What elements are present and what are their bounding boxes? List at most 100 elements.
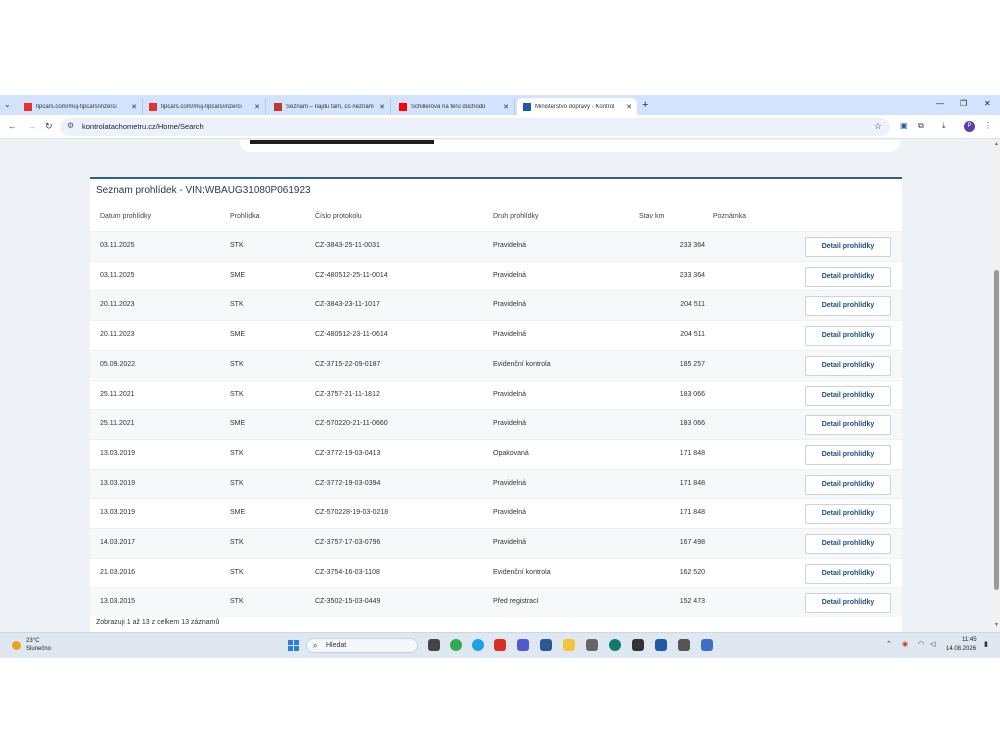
ministry-icon — [523, 102, 531, 111]
detail-button[interactable]: Detail prohlídky — [805, 504, 891, 525]
cell-date: 20.11.2023 — [100, 331, 135, 339]
detail-button[interactable]: Detail prohlídky — [805, 444, 891, 465]
youtube-icon — [399, 102, 407, 111]
windows-start-icon[interactable] — [288, 640, 299, 651]
detail-button[interactable]: Detail prohlídky — [805, 355, 891, 376]
close-window-icon[interactable]: ✕ — [984, 99, 991, 108]
cell-km: 171 848 — [679, 509, 705, 517]
browser-tab[interactable]: tipcars.com/muj-tipcars/inzerci ✕ — [143, 98, 266, 115]
cell-date: 13.03.2019 — [100, 479, 136, 487]
extension-icon[interactable]: ▣ — [900, 121, 908, 130]
back-icon[interactable]: ← — [8, 121, 17, 131]
cell-inspection: STK — [230, 568, 244, 576]
cell-protocol: CZ-3715-22-09-0187 — [315, 360, 381, 368]
edge-icon[interactable] — [472, 639, 484, 651]
taskbar-search-placeholder: Hledat — [326, 642, 347, 649]
tray-chevron-icon[interactable]: ⌃ — [886, 640, 892, 648]
cell-km: 171 848 — [679, 449, 705, 457]
cell-protocol: CZ-570220-21-11-0660 — [315, 420, 388, 428]
clock-time[interactable]: 11:45 — [962, 637, 977, 643]
chrome-icon[interactable] — [450, 639, 462, 651]
app-tool-icon[interactable] — [678, 639, 690, 651]
taskbar-search[interactable]: ⌕ Hledat — [306, 638, 418, 653]
weather-temp[interactable]: 23°C — [26, 638, 39, 644]
browser-tab[interactable]: Ministerstvo dopravy - Kontrol ✕ — [517, 98, 637, 115]
tab-search-icon[interactable]: ⌄ — [4, 100, 11, 109]
app-blue-icon[interactable] — [540, 639, 552, 651]
scroll-thumb[interactable] — [994, 270, 999, 590]
cell-protocol: CZ-3754-16-03-1108 — [315, 568, 380, 576]
minimize-icon[interactable]: — — [936, 99, 944, 108]
browser-tab[interactable]: tipcars.com/muj-tipcars/inzerci ✕ — [18, 98, 143, 115]
detail-button[interactable]: Detail prohlídky — [805, 534, 891, 554]
cell-inspection: STK — [230, 242, 244, 249]
col-date: Datum prohlídky — [100, 213, 151, 220]
cell-inspection: SME — [230, 420, 246, 428]
browser-tab[interactable]: Seznam – najdu tam, co neznám ✕ — [268, 98, 391, 115]
wifi-icon[interactable]: ◠ — [918, 640, 924, 648]
detail-button[interactable]: Detail prohlídky — [805, 326, 891, 347]
weather-condition[interactable]: Slunečno — [26, 646, 51, 652]
forward-icon[interactable]: → — [27, 121, 36, 131]
file-explorer-icon[interactable] — [563, 639, 575, 651]
detail-button[interactable]: Detail prohlídky — [805, 237, 891, 257]
cell-protocol: CZ-3772-19-03-0394 — [315, 479, 381, 487]
clock-date[interactable]: 14.08.2026 — [946, 646, 976, 652]
app-grid-icon[interactable] — [701, 639, 713, 651]
detail-button[interactable]: Detail prohlídky — [805, 266, 891, 287]
cell-kind: Evidenční kontrola — [493, 360, 551, 368]
app-teal-icon[interactable] — [609, 639, 621, 651]
teams-icon[interactable] — [517, 639, 529, 651]
search-icon: ⌕ — [313, 641, 318, 650]
cell-inspection: STK — [230, 598, 244, 606]
reload-icon[interactable]: ↻ — [45, 121, 53, 132]
detail-button[interactable]: Detail prohlídky — [805, 474, 891, 495]
bookmark-star-icon[interactable]: ☆ — [874, 121, 882, 132]
tab-close-icon[interactable]: ✕ — [379, 103, 385, 111]
downloads-icon[interactable]: ⤓ — [942, 121, 946, 131]
notification-icon[interactable]: ▮ — [984, 640, 988, 648]
app-dark-icon[interactable] — [632, 639, 644, 651]
tab-close-icon[interactable]: ✕ — [131, 103, 137, 111]
kebab-menu-icon[interactable]: ⋮ — [984, 121, 992, 130]
restore-icon[interactable]: ❐ — [960, 99, 967, 108]
tab-close-icon[interactable]: ✕ — [503, 103, 509, 111]
app-red-icon[interactable] — [494, 639, 506, 651]
tab-close-icon[interactable]: ✕ — [626, 103, 632, 111]
browser-tab[interactable]: Schillerová na feru důchodů ✕ — [393, 98, 515, 115]
app-gray-icon[interactable] — [586, 639, 598, 651]
address-bar[interactable]: ⚙ kontrolatachometru.cz/Home/Search ☆ — [60, 118, 890, 136]
page-title: Seznam prohlídek - VIN:WBAUG31080P061923 — [96, 185, 311, 196]
table-row: 13.03.2019 STK CZ-3772-19-03-0413 Opakovaná… — [90, 438, 902, 469]
detail-button[interactable]: Detail prohlídky — [805, 296, 891, 317]
cell-date: 20.11.2023 — [100, 301, 135, 309]
cell-inspection: STK — [230, 449, 244, 457]
cell-km: 171 848 — [679, 479, 705, 487]
cell-km: 204 511 — [680, 301, 705, 309]
site-info-icon[interactable]: ⚙ — [67, 121, 74, 130]
detail-button[interactable]: Detail prohlídky — [805, 593, 891, 614]
cell-protocol: CZ-3772-19-03-0413 — [315, 449, 381, 457]
tab-title: Seznam – najdu tam, co neznám — [286, 103, 374, 110]
weather-sun-icon[interactable] — [12, 641, 21, 650]
task-view-icon[interactable] — [428, 639, 440, 651]
cell-kind: Pravidelná — [493, 420, 527, 428]
cell-inspection: STK — [230, 390, 244, 398]
table-row: 03.11.2025 STK CZ-3843-25-11-0031 Pravideln… — [90, 231, 902, 261]
page-scrollbar[interactable]: ▲ ▼ — [993, 140, 1000, 632]
table-row: 05.09.2022 STK CZ-3715-22-09-0187 Evidenční… — [90, 349, 902, 380]
app-navy-icon[interactable] — [655, 639, 667, 651]
profile-avatar[interactable]: P — [964, 121, 975, 132]
tipcars-icon — [24, 102, 32, 111]
cell-kind: Pravidelná — [493, 242, 527, 249]
tab-close-icon[interactable]: ✕ — [254, 103, 260, 111]
new-tab-button[interactable]: + — [642, 99, 648, 111]
scroll-down-icon[interactable]: ▼ — [994, 622, 999, 628]
volume-icon[interactable]: ◁ — [930, 640, 935, 648]
extensions-puzzle-icon[interactable]: ⧉ — [918, 121, 924, 131]
scroll-up-icon[interactable]: ▲ — [994, 141, 999, 147]
detail-button[interactable]: Detail prohlídky — [805, 563, 891, 584]
detail-button[interactable]: Detail prohlídky — [805, 385, 891, 406]
tray-app-icon[interactable]: ◉ — [902, 640, 908, 648]
detail-button[interactable]: Detail prohlídky — [805, 415, 891, 436]
